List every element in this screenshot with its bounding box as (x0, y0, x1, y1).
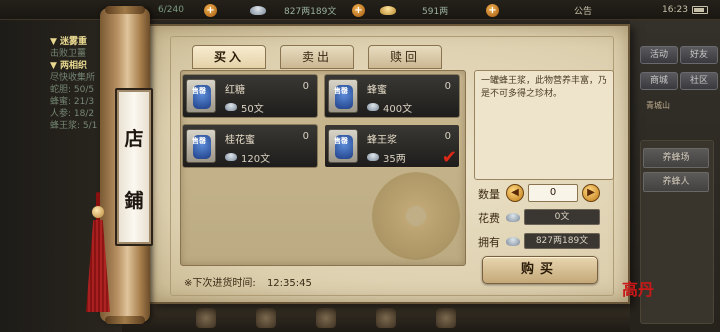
silver-value: 827两189文 (284, 6, 337, 17)
item-quantity: 0 (444, 131, 451, 142)
copper-coin-icon (372, 172, 460, 260)
item-description: 一罐蜂王浆，此物营养丰富，乃是不可多得之珍材。 (474, 70, 614, 180)
jar-icon (186, 129, 216, 163)
clock-time: 16:23 (662, 5, 688, 15)
shop-item[interactable]: 售罄 红糖 0 50文 (182, 74, 318, 118)
silver-ingot-icon (506, 213, 520, 222)
item-price: 50文 (241, 104, 264, 115)
add-stamina-button[interactable]: + (204, 3, 217, 17)
item-name: 蜂王浆 (367, 135, 397, 146)
item-name: 蜂蜜 (367, 85, 387, 96)
shop-title-char: 店 (124, 128, 144, 150)
notice-button[interactable]: 公告 (574, 3, 592, 17)
tab-buy[interactable]: 买入 (192, 45, 266, 69)
shop-title-board: 店 鋪 (115, 88, 153, 246)
silver-counter: 827两189文 (250, 3, 336, 17)
shop-title-char: 鋪 (124, 190, 144, 212)
sold-out-badge: 售罄 (192, 137, 206, 145)
tab-sell[interactable]: 卖出 (280, 45, 354, 69)
buy-button[interactable]: 购买 (482, 256, 598, 284)
shop-item[interactable]: 售罄 蜂蜜 0 400文 (324, 74, 460, 118)
plus-icon: + (204, 3, 217, 17)
restock-timer: ※下次进货时间: 12:35:45 (184, 274, 312, 289)
cost-value: 0文 (524, 209, 600, 225)
menu-icon[interactable] (196, 308, 216, 328)
store-button[interactable]: 商城 (640, 72, 678, 90)
sold-out-badge: 售罄 (192, 87, 206, 95)
owned-label: 拥有 (478, 236, 500, 249)
stamina-value: 6/240 (158, 5, 184, 15)
gold-counter: 591两 (380, 3, 448, 17)
add-gold-button[interactable]: + (486, 3, 499, 17)
menu-icon[interactable] (436, 308, 456, 328)
jar-icon (186, 79, 216, 113)
red-seal-stamp: 高丹 (622, 280, 655, 299)
sold-out-badge: 售罄 (334, 87, 348, 95)
silver-ingot-icon (225, 103, 237, 111)
owned-value: 827两189文 (524, 233, 600, 249)
menu-icon[interactable] (316, 308, 336, 328)
item-quantity: 0 (302, 81, 309, 92)
cost-label: 花费 (478, 212, 500, 225)
item-price: 120文 (241, 154, 271, 165)
community-button[interactable]: 社区 (680, 72, 718, 90)
npc-list-item[interactable]: 养蜂人 (643, 172, 709, 192)
item-price: 35两 (383, 154, 406, 165)
silver-ingot-icon (506, 237, 520, 246)
item-price: 400文 (383, 104, 413, 115)
plus-icon: + (486, 3, 499, 17)
notice-label: 公告 (574, 6, 593, 17)
increase-quantity-button[interactable]: ▶ (582, 184, 600, 202)
tab-redeem[interactable]: 赎回 (368, 45, 442, 69)
silver-ingot-icon (367, 153, 379, 161)
silver-ingot-icon (225, 153, 237, 161)
activity-button[interactable]: 活动 (640, 46, 678, 64)
jar-icon (328, 79, 358, 113)
restock-label: ※下次进货时间: (184, 278, 256, 289)
gold-value: 591两 (422, 6, 449, 17)
silver-ingot-icon (367, 103, 379, 111)
item-name: 桂花蜜 (225, 135, 255, 146)
add-silver-button[interactable]: + (352, 3, 365, 17)
restock-time: 12:35:45 (266, 278, 312, 289)
jar-icon (328, 129, 358, 163)
clock: 16:23 (662, 3, 708, 17)
menu-icon[interactable] (376, 308, 396, 328)
silver-ingot-icon (250, 5, 266, 15)
check-icon: ✔ (441, 147, 457, 168)
location-label: 青城山 (646, 101, 670, 110)
battery-icon (691, 6, 708, 14)
decrease-quantity-button[interactable]: ◀ (506, 184, 524, 202)
shop-item-selected[interactable]: 售罄 蜂王浆 0 35两 ✔ (324, 124, 460, 168)
quantity-label: 数量 (478, 188, 500, 201)
gold-ingot-icon (380, 5, 396, 15)
plus-icon: + (352, 3, 365, 17)
quantity-input[interactable]: 0 (528, 184, 578, 202)
tassel-bead-icon (92, 206, 104, 218)
item-quantity: 0 (302, 131, 309, 142)
stamina-counter: 6/240 (158, 3, 184, 17)
npc-list-item[interactable]: 养蜂场 (643, 148, 709, 168)
menu-icon[interactable] (256, 308, 276, 328)
item-name: 红糖 (225, 85, 245, 96)
friends-button[interactable]: 好友 (680, 46, 718, 64)
item-quantity: 0 (444, 81, 451, 92)
shop-item[interactable]: 售罄 桂花蜜 0 120文 (182, 124, 318, 168)
sold-out-badge: 售罄 (334, 137, 348, 145)
